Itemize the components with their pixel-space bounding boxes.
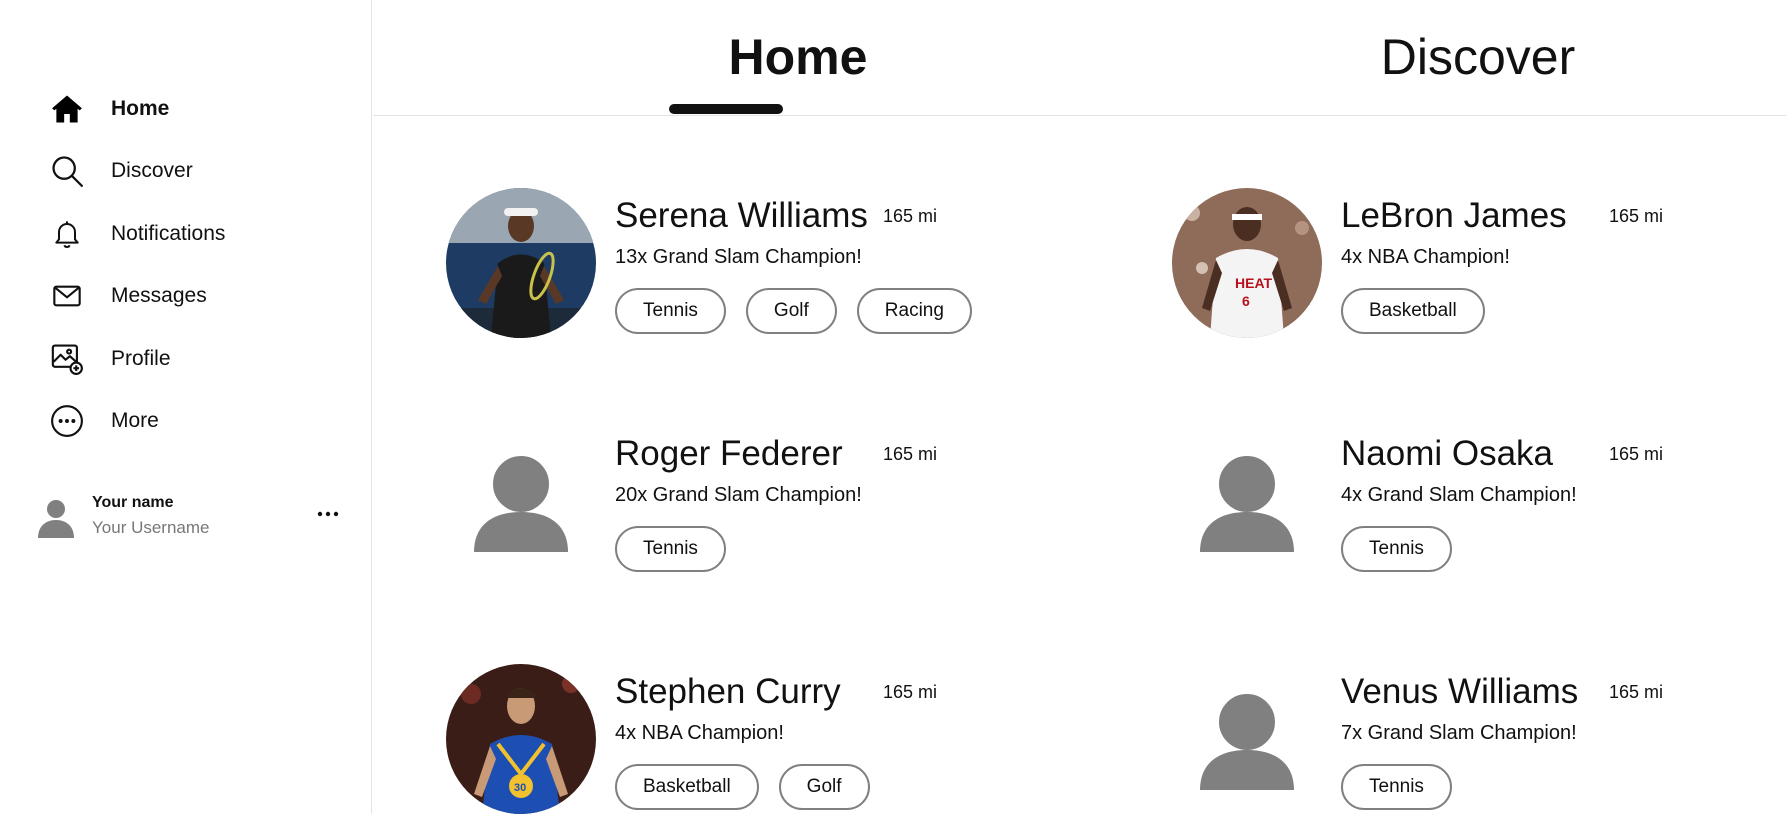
athlete-card[interactable]: Venus Williams 165 mi 7x Grand Slam Champi… — [1172, 664, 1786, 834]
sport-tags: Tennis — [1341, 526, 1452, 572]
svg-text:HEAT: HEAT — [1235, 275, 1273, 291]
athlete-description: 20x Grand Slam Champion! — [615, 484, 862, 506]
athlete-name[interactable]: Naomi Osaka — [1341, 434, 1553, 474]
user-avatar-icon — [36, 498, 76, 538]
more-circle-icon — [48, 402, 86, 440]
sidebar-item-discover[interactable]: Discover — [48, 151, 193, 191]
sport-tag[interactable]: Racing — [856, 288, 972, 334]
athlete-card[interactable]: Serena Williams 165 mi 13x Grand Slam Cham… — [446, 188, 1086, 358]
avatar-placeholder-icon[interactable] — [1172, 664, 1322, 814]
athlete-avatar[interactable]: HEAT 6 — [1172, 188, 1322, 338]
athlete-card[interactable]: Naomi Osaka 165 mi 4x Grand Slam Champion!… — [1172, 426, 1786, 596]
athlete-distance: 165 mi — [1609, 206, 1664, 226]
athlete-distance: 165 mi — [883, 682, 938, 702]
tab-home[interactable]: Home — [638, 28, 958, 86]
sport-tag[interactable]: Basketball — [1341, 288, 1485, 334]
athlete-avatar[interactable]: 30 — [446, 664, 596, 814]
top-tab-bar: Home Discover — [373, 0, 1786, 116]
sidebar-item-profile[interactable]: Profile — [48, 339, 171, 379]
active-tab-indicator — [669, 104, 783, 114]
mail-icon — [48, 277, 86, 315]
athlete-distance: 165 mi — [1609, 682, 1664, 702]
sport-tag[interactable]: Golf — [745, 288, 837, 334]
athlete-name[interactable]: LeBron James — [1341, 196, 1567, 236]
user-name: Your name — [92, 494, 174, 511]
sport-tag[interactable]: Tennis — [1341, 764, 1452, 810]
athlete-distance: 165 mi — [883, 444, 938, 464]
avatar-placeholder-icon[interactable] — [1172, 426, 1322, 576]
sidebar-item-label: Messages — [111, 284, 207, 307]
sidebar-item-label: Discover — [111, 159, 193, 182]
sport-tag[interactable]: Basketball — [615, 764, 759, 810]
athlete-name[interactable]: Roger Federer — [615, 434, 843, 474]
athlete-card[interactable]: HEAT 6 LeBron James 165 mi 4x NBA Champion! B… — [1172, 188, 1786, 358]
svg-text:6: 6 — [1242, 293, 1250, 309]
sidebar-item-notifications[interactable]: Notifications — [48, 214, 225, 254]
profile-image-icon — [48, 340, 86, 378]
sidebar-item-label: Notifications — [111, 222, 226, 245]
avatar-placeholder-icon[interactable] — [446, 426, 596, 576]
athlete-distance: 165 mi — [883, 206, 938, 226]
user-username: Your Username — [92, 518, 210, 537]
home-icon — [48, 90, 86, 128]
athlete-distance: 165 mi — [1609, 444, 1664, 464]
svg-text:30: 30 — [514, 782, 526, 794]
sidebar-item-home[interactable]: Home — [48, 89, 169, 129]
sidebar-item-label: More — [111, 409, 159, 432]
bell-icon — [48, 215, 86, 253]
athlete-name[interactable]: Stephen Curry — [615, 672, 841, 712]
sport-tag[interactable]: Tennis — [615, 288, 726, 334]
athlete-avatar[interactable] — [446, 188, 596, 338]
sport-tag[interactable]: Golf — [778, 764, 870, 810]
sidebar-item-more[interactable]: More — [48, 401, 159, 441]
athlete-card[interactable]: 30 Stephen Curry 165 mi 4x NBA Champion! Bas… — [446, 664, 1086, 834]
athlete-description: 4x NBA Champion! — [1341, 246, 1510, 268]
athlete-description: 4x Grand Slam Champion! — [1341, 484, 1577, 506]
sport-tag[interactable]: Tennis — [1341, 526, 1452, 572]
more-horizontal-icon[interactable] — [314, 504, 342, 524]
sidebar: Home Discover Notifications Messages Pro… — [0, 0, 372, 814]
sport-tags: Basketball — [1341, 288, 1485, 334]
athlete-name[interactable]: Venus Williams — [1341, 672, 1578, 712]
sidebar-item-label: Profile — [111, 347, 171, 370]
tab-discover[interactable]: Discover — [1308, 28, 1648, 86]
athlete-card[interactable]: Roger Federer 165 mi 20x Grand Slam Champi… — [446, 426, 1086, 596]
sport-tag[interactable]: Tennis — [615, 526, 726, 572]
sidebar-item-label: Home — [111, 97, 170, 120]
account-switcher[interactable]: Your name Your Username — [34, 490, 344, 546]
sport-tags: Basketball Golf — [615, 764, 870, 810]
sidebar-item-messages[interactable]: Messages — [48, 276, 207, 316]
athlete-description: 7x Grand Slam Champion! — [1341, 722, 1577, 744]
search-icon — [48, 152, 86, 190]
athlete-description: 13x Grand Slam Champion! — [615, 246, 862, 268]
sport-tags: Tennis — [615, 526, 726, 572]
sport-tags: Tennis — [1341, 764, 1452, 810]
sport-tags: Tennis Golf Racing — [615, 288, 972, 334]
athlete-name[interactable]: Serena Williams — [615, 196, 868, 236]
athlete-description: 4x NBA Champion! — [615, 722, 784, 744]
